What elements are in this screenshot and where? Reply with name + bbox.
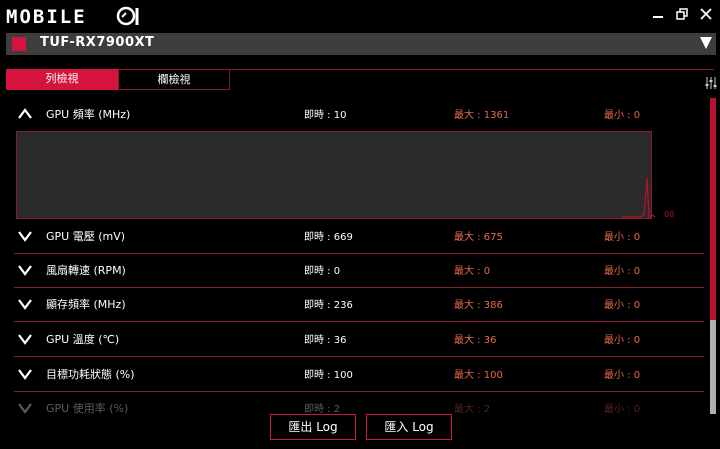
sensor-row-gpu-voltage[interactable]: GPU 電壓 (mV) 即時 : 669 最大 : 675 最小 : 0	[14, 220, 704, 254]
sensor-min: 最小 : 0	[604, 335, 641, 346]
sensor-max: 最大 : 36	[454, 335, 497, 346]
close-button[interactable]	[696, 6, 716, 26]
sensor-max: 最大 : 675	[454, 232, 503, 243]
gpu-clock-graph-trace: 00	[622, 177, 674, 219]
sensor-current: 即時 : 669	[304, 232, 353, 243]
sensor-max: 最大 : 1361	[454, 110, 510, 121]
scrollbar-thumb[interactable]	[710, 98, 716, 320]
svg-text:00: 00	[664, 210, 674, 219]
sensor-max: 最大 : 386	[454, 300, 503, 311]
title-bar: MOBILE	[0, 0, 720, 31]
tab-list-view[interactable]: 列檢視	[6, 69, 118, 90]
chevron-down-icon[interactable]	[18, 367, 32, 381]
sensor-row-fan-speed[interactable]: 風扇轉速 (RPM) 即時 : 0 最大 : 0 最小 : 0	[14, 254, 704, 288]
sensor-label: GPU 電壓 (mV)	[46, 230, 126, 243]
sensor-current: 即時 : 10	[304, 110, 347, 121]
sensor-min: 最小 : 0	[604, 370, 641, 381]
chevron-up-icon[interactable]	[18, 107, 32, 121]
chevron-down-icon[interactable]	[18, 297, 32, 311]
chevron-down-icon[interactable]	[18, 229, 32, 243]
sensor-label: 風扇轉速 (RPM)	[46, 264, 126, 277]
app-logo: MOBILE	[6, 5, 142, 28]
restore-icon	[676, 8, 688, 20]
sensor-label: GPU 溫度 (℃)	[46, 333, 120, 346]
sensor-label: 顯存頻率 (MHz)	[46, 298, 126, 311]
sensor-current: 即時 : 236	[304, 300, 353, 311]
sensor-max: 最大 : 2	[454, 404, 491, 415]
sensor-label: GPU 使用率 (%)	[46, 402, 129, 415]
sensor-label: 目標功耗狀態 (%)	[46, 368, 135, 381]
sensor-current: 即時 : 0	[304, 266, 341, 277]
close-icon	[700, 8, 712, 20]
chevron-down-icon[interactable]	[18, 263, 32, 277]
sensor-current: 即時 : 100	[304, 370, 353, 381]
sensor-min: 最小 : 0	[604, 404, 641, 415]
sensor-current: 即時 : 2	[304, 404, 341, 415]
device-selector[interactable]: TUF-RX7900XT	[6, 33, 716, 55]
import-log-button[interactable]: 匯入 Log	[366, 414, 452, 440]
minimize-button[interactable]	[648, 6, 668, 26]
sensor-row-gpu-clock[interactable]: GPU 頻率 (MHz) 即時 : 10 最大 : 1361 最小 : 0	[14, 98, 704, 132]
sensor-row-gpu-usage[interactable]: GPU 使用率 (%) 即時 : 2 最大 : 2 最小 : 0	[14, 392, 704, 415]
chevron-down-icon[interactable]	[18, 332, 32, 346]
svg-text:MOBILE: MOBILE	[6, 6, 87, 27]
device-color-swatch	[12, 37, 26, 51]
device-name: TUF-RX7900XT	[40, 35, 155, 50]
dropdown-arrow-icon[interactable]	[700, 37, 712, 49]
minimize-icon	[653, 16, 663, 18]
sensor-max: 最大 : 100	[454, 370, 503, 381]
sensor-row-memory-clock[interactable]: 顯存頻率 (MHz) 即時 : 236 最大 : 386 最小 : 0	[14, 288, 704, 322]
sensor-row-power-target[interactable]: 目標功耗狀態 (%) 即時 : 100 最大 : 100 最小 : 0	[14, 358, 704, 392]
export-log-button[interactable]: 匯出 Log	[270, 414, 356, 440]
chevron-down-icon[interactable]	[18, 401, 32, 415]
sensor-current: 即時 : 36	[304, 335, 347, 346]
gpu-clock-graph	[16, 131, 652, 219]
tab-column-view[interactable]: 欄檢視	[118, 69, 230, 90]
sensor-label: GPU 頻率 (MHz)	[46, 108, 131, 121]
sliders-settings-icon[interactable]	[704, 76, 718, 90]
sensor-min: 最小 : 0	[604, 266, 641, 277]
restore-button[interactable]	[672, 6, 692, 26]
sensor-max: 最大 : 0	[454, 266, 491, 277]
scrollbar[interactable]	[710, 98, 716, 414]
sensor-min: 最小 : 0	[604, 300, 641, 311]
sensor-min: 最小 : 0	[604, 110, 641, 121]
scrollbar-track-lower[interactable]	[710, 320, 716, 414]
sensor-min: 最小 : 0	[604, 232, 641, 243]
mobile01-logo-icon: MOBILE	[6, 6, 139, 28]
sensor-row-gpu-temperature[interactable]: GPU 溫度 (℃) 即時 : 36 最大 : 36 最小 : 0	[14, 323, 704, 357]
